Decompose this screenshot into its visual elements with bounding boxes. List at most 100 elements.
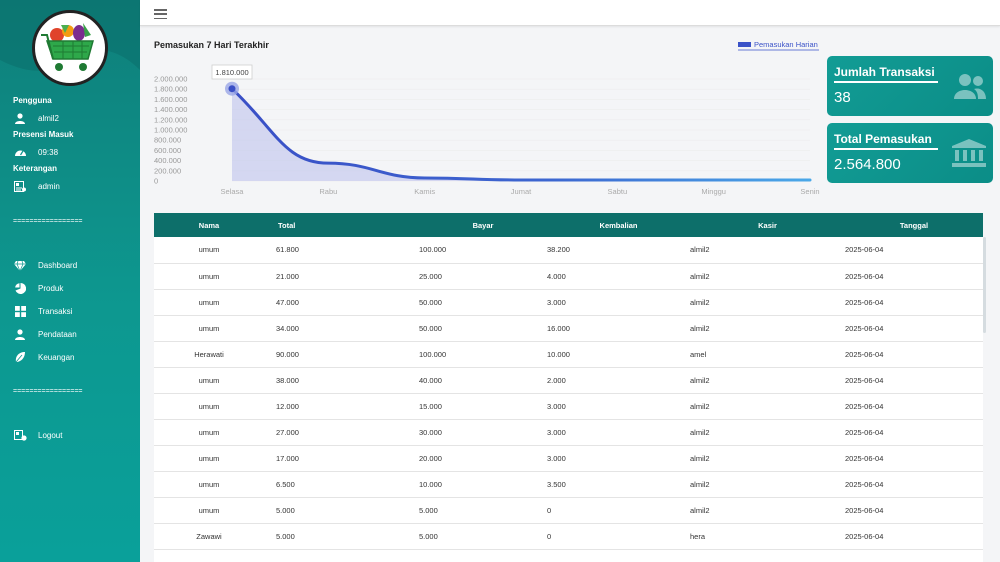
sidebar-item-keuangan[interactable]: Keuangan (13, 346, 133, 369)
sidebar-item-label: Pendataan (38, 330, 77, 339)
keterangan-value: admin (38, 181, 60, 191)
y-tick-label: 800.000 (154, 136, 181, 145)
y-tick-label: 1.000.000 (154, 126, 187, 135)
table-row[interactable]: umum 6.500 10.000 3.500 almil2 2025-06-04 (154, 471, 983, 498)
presensi-value: 09:38 (38, 147, 59, 157)
cell-kembalian: 38.200 (547, 237, 690, 264)
x-tick-label: Minggu (701, 187, 726, 196)
cell-bayar: 100.000 (404, 237, 547, 264)
hamburger-menu-icon[interactable] (154, 9, 167, 20)
table-row[interactable]: umum 5.000 5.000 0 almil2 2025-06-04 (154, 497, 983, 524)
cell-bayar: 25.000 (404, 263, 547, 290)
cell-tanggal: 2025-06-04 (845, 289, 983, 316)
card-title: Total Pemasukan (834, 132, 932, 146)
cell-tanggal: 2025-06-04 (845, 471, 983, 498)
cell-tanggal: 2025-06-04 (845, 523, 983, 550)
y-tick-label: 1.400.000 (154, 105, 187, 114)
cell-bayar: 5.000 (404, 523, 547, 550)
header-tanggal[interactable]: Tanggal (845, 213, 983, 237)
cell-total: 27.000 (264, 419, 404, 446)
cell-tanggal: 2025-06-04 (845, 341, 983, 368)
table-row[interactable]: umum 38.000 40.000 2.000 almil2 2025-06-04 (154, 367, 983, 394)
sidebar-item-transaksi[interactable]: Transaksi (13, 300, 133, 323)
cart-logo-icon (41, 23, 94, 71)
table-row[interactable]: umum 17.000 20.000 3.000 almil2 2025-06-04 (154, 445, 983, 472)
income-chart: 0 200.000400.000600.000800.0001.000.000 1.… (154, 40, 820, 196)
cell-bayar: 50.000 (404, 289, 547, 316)
cell-kasir: almil2 (690, 445, 845, 472)
cell-nama: umum (154, 393, 264, 420)
cell-kasir: hera (690, 523, 845, 550)
cell-nama: umum (154, 237, 264, 264)
cell-nama: umum (154, 263, 264, 290)
cell-total: 38.000 (264, 367, 404, 394)
user-icon (13, 329, 27, 341)
pie-icon (13, 283, 27, 295)
table-row[interactable]: umum 21.000 25.000 4.000 almil2 2025-06-04 (154, 263, 983, 290)
x-tick-label: Sabtu (608, 187, 628, 196)
sidebar-divider-top: ================= (13, 218, 83, 225)
header-kasir[interactable]: Kasir (690, 213, 845, 237)
bank-icon (952, 139, 986, 167)
table-body: umum 61.800 100.000 38.200 almil2 2025-06-04 u… (154, 237, 983, 550)
table-row[interactable]: Zawawi 5.000 5.000 0 hera 2025-06-04 (154, 523, 983, 550)
y-tick-label: 2.000.000 (154, 75, 187, 84)
cell-total: 5.000 (264, 523, 404, 550)
cell-kembalian: 3.000 (547, 445, 690, 472)
legend-swatch (738, 42, 751, 47)
table-row[interactable]: umum 27.000 30.000 3.000 almil2 2025-06-04 (154, 419, 983, 446)
keterangan-title: Keterangan (13, 164, 58, 173)
cell-kasir: almil2 (690, 315, 845, 342)
cell-kembalian: 2.000 (547, 367, 690, 394)
cell-kembalian: 4.000 (547, 263, 690, 290)
cell-nama: Herawati (154, 341, 264, 368)
cell-nama: umum (154, 315, 264, 342)
series-area (232, 88, 810, 181)
logout-button[interactable]: Logout (13, 424, 62, 447)
table-row[interactable]: umum 61.800 100.000 38.200 almil2 2025-06-04 (154, 237, 983, 264)
cell-tanggal: 2025-06-04 (845, 237, 983, 264)
data-point (228, 85, 236, 93)
gem-icon (13, 260, 27, 272)
grid-icon (13, 306, 27, 318)
cell-kasir: almil2 (690, 471, 845, 498)
cell-kembalian: 3.000 (547, 289, 690, 316)
cell-kasir: almil2 (690, 367, 845, 394)
transactions-table: Nama Total Bayar Kembalian Kasir Tanggal… (154, 213, 983, 550)
users-icon (954, 74, 986, 99)
header-total[interactable]: Total (264, 213, 404, 237)
header-nama[interactable]: Nama (154, 213, 264, 237)
sidebar-menu: Dashboard Produk Transaksi Pendataan Keu… (13, 254, 133, 369)
sidebar-divider-bottom: ================= (13, 388, 83, 395)
y-tick-label: 1.200.000 (154, 115, 187, 124)
card-total-pemasukan: Total Pemasukan 2.564.800 (827, 123, 993, 183)
sidebar: Pengguna almil2 Presensi Masuk 09:38 Ket… (0, 0, 140, 562)
tooltip-value: 1.810.000 (215, 68, 248, 77)
cell-kasir: amel (690, 341, 845, 368)
user-info: Pengguna almil2 Presensi Masuk 09:38 Ket… (13, 96, 133, 198)
y-tick-label: 0 (154, 177, 158, 186)
y-tick-label: 600.000 (154, 146, 181, 155)
cell-total: 5.000 (264, 497, 404, 524)
cell-tanggal: 2025-06-04 (845, 367, 983, 394)
cell-tanggal: 2025-06-04 (845, 497, 983, 524)
sidebar-item-produk[interactable]: Produk (13, 277, 133, 300)
card-underline (834, 81, 938, 83)
table-row[interactable]: umum 34.000 50.000 16.000 almil2 2025-06-04 (154, 315, 983, 342)
cell-kembalian: 3.000 (547, 419, 690, 446)
pengguna-row: almil2 (13, 111, 133, 125)
header-bayar[interactable]: Bayar (404, 213, 547, 237)
table-row[interactable]: Herawati 90.000 100.000 10.000 amel 2025-06-0… (154, 341, 983, 368)
sidebar-item-dashboard[interactable]: Dashboard (13, 254, 133, 277)
table-row[interactable]: umum 12.000 15.000 3.000 almil2 2025-06-04 (154, 393, 983, 420)
table-row[interactable]: umum 47.000 50.000 3.000 almil2 2025-06-04 (154, 289, 983, 316)
cell-tanggal: 2025-06-04 (845, 315, 983, 342)
sidebar-item-pendataan[interactable]: Pendataan (13, 323, 133, 346)
table-scrollbar[interactable] (983, 237, 986, 333)
card-jumlah-transaksi: Jumlah Transaksi 38 (827, 56, 993, 116)
cell-kasir: almil2 (690, 237, 845, 264)
header-kembalian[interactable]: Kembalian (547, 213, 690, 237)
cell-kembalian: 16.000 (547, 315, 690, 342)
transactions-table-wrap: Nama Total Bayar Kembalian Kasir Tanggal… (154, 213, 983, 562)
cell-kasir: almil2 (690, 393, 845, 420)
